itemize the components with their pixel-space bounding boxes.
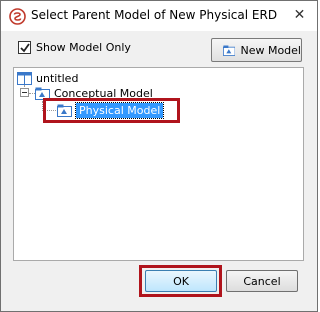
dialog-title: Select Parent Model of New Physical ERD <box>31 8 278 22</box>
model-tree[interactable]: untitled Conceptual Model Physical Model <box>13 67 304 261</box>
select-parent-model-dialog: Select Parent Model of New Physical ERD … <box>0 0 318 312</box>
project-icon <box>17 71 32 85</box>
close-icon: ✕ <box>293 7 306 23</box>
tree-label-untitled: untitled <box>36 71 79 85</box>
highlight-annotation <box>139 265 222 297</box>
show-model-only-checkbox[interactable] <box>18 41 31 54</box>
options-row: Show Model Only New Model <box>1 31 317 67</box>
highlight-annotation <box>43 98 180 123</box>
new-model-button-label: New Model <box>240 43 301 57</box>
title-bar: Select Parent Model of New Physical ERD … <box>1 1 317 31</box>
close-button[interactable]: ✕ <box>285 3 314 27</box>
app-logo-icon <box>9 8 26 25</box>
cancel-button[interactable]: Cancel <box>226 270 298 292</box>
collapse-toggle[interactable] <box>20 88 29 97</box>
tree-node-untitled[interactable]: untitled <box>17 70 78 86</box>
new-model-button[interactable]: New Model <box>211 38 302 62</box>
checkmark-icon <box>20 43 30 53</box>
model-icon <box>223 45 236 56</box>
cancel-button-label: Cancel <box>243 274 281 288</box>
show-model-only-label[interactable]: Show Model Only <box>36 41 131 54</box>
